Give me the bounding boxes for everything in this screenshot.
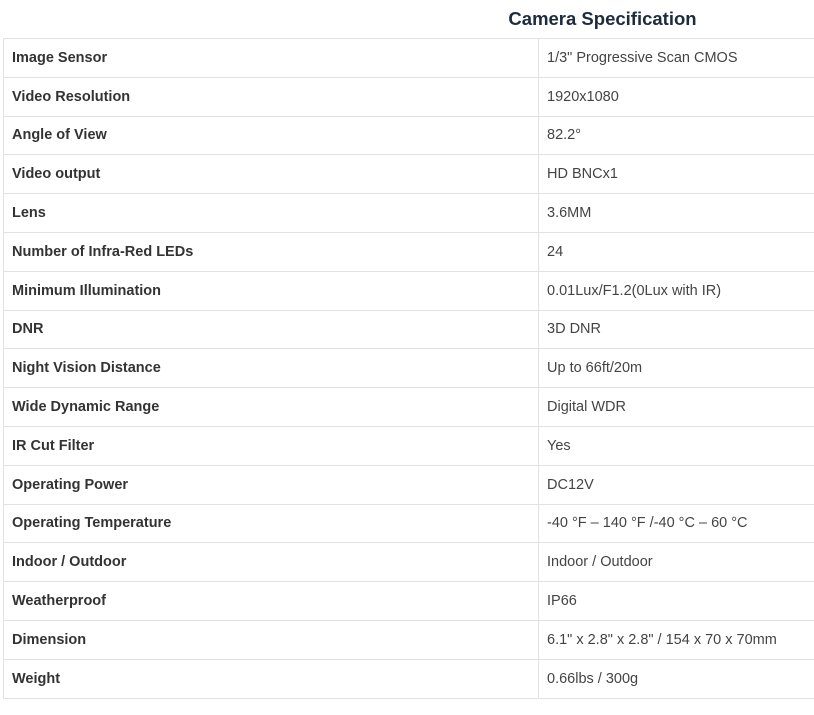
spec-label: Video output xyxy=(3,154,539,195)
table-row: Indoor / Outdoor Indoor / Outdoor xyxy=(3,542,814,583)
spec-label: DNR xyxy=(3,309,539,350)
spec-label: Lens xyxy=(3,193,539,233)
spec-value: 0.01Lux/F1.2(0Lux with IR) xyxy=(538,270,814,311)
spec-label: Minimum Illumination xyxy=(3,270,539,311)
spec-value: Up to 66ft/20m xyxy=(538,348,814,389)
table-row: Weatherproof IP66 xyxy=(3,581,814,621)
spec-table-body: Image Sensor 1/3" Progressive Scan CMOS Vi… xyxy=(3,38,814,699)
spec-label: Weatherproof xyxy=(3,581,539,621)
spec-label: IR Cut Filter xyxy=(3,425,539,466)
spec-value: Yes xyxy=(538,425,814,466)
table-row: Number of Infra-Red LEDs 24 xyxy=(3,231,814,272)
table-row: Night Vision Distance Up to 66ft/20m xyxy=(3,348,814,389)
table-row: Lens 3.6MM xyxy=(3,193,814,233)
spec-label: Number of Infra-Red LEDs xyxy=(3,231,539,272)
spec-value: 24 xyxy=(538,231,814,272)
spec-value: 3.6MM xyxy=(538,193,814,233)
table-row: Video Resolution 1920x1080 xyxy=(3,76,814,117)
spec-label: Dimension xyxy=(3,619,539,660)
spec-value: 82.2° xyxy=(538,115,814,156)
spec-value: 0.66lbs / 300g xyxy=(538,658,814,699)
table-row: Image Sensor 1/3" Progressive Scan CMOS xyxy=(3,38,814,78)
table-row: IR Cut Filter Yes xyxy=(3,425,814,466)
table-row: DNR 3D DNR xyxy=(3,309,814,350)
spec-label: Wide Dynamic Range xyxy=(3,387,539,427)
spec-value: 1/3" Progressive Scan CMOS xyxy=(538,38,814,78)
table-row: Minimum Illumination 0.01Lux/F1.2(0Lux wi… xyxy=(3,270,814,311)
spec-value: 1920x1080 xyxy=(538,76,814,117)
spec-label: Night Vision Distance xyxy=(3,348,539,389)
table-row: Weight 0.66lbs / 300g xyxy=(3,658,814,699)
spec-label: Angle of View xyxy=(3,115,539,156)
spec-label: Indoor / Outdoor xyxy=(3,542,539,583)
spec-label: Image Sensor xyxy=(3,38,539,78)
table-row: Wide Dynamic Range Digital WDR xyxy=(3,387,814,427)
spec-value: -40 °F – 140 °F /-40 °C – 60 °C xyxy=(538,503,814,544)
spec-table: Image Sensor 1/3" Progressive Scan CMOS Vi… xyxy=(3,38,814,699)
spec-label: Weight xyxy=(3,658,539,699)
spec-value: Indoor / Outdoor xyxy=(538,542,814,583)
spec-value: 3D DNR xyxy=(538,309,814,350)
table-row: Operating Temperature -40 °F – 140 °F /-4… xyxy=(3,503,814,544)
table-row: Video output HD BNCx1 xyxy=(3,154,814,195)
spec-label: Operating Temperature xyxy=(3,503,539,544)
table-row: Dimension 6.1" x 2.8" x 2.8" / 154 x 70 x… xyxy=(3,619,814,660)
spec-label: Video Resolution xyxy=(3,76,539,117)
page-title: Camera Specification xyxy=(508,8,697,29)
table-row: Operating Power DC12V xyxy=(3,464,814,505)
spec-value: HD BNCx1 xyxy=(538,154,814,195)
spec-value: 6.1" x 2.8" x 2.8" / 154 x 70 x 70mm xyxy=(538,619,814,660)
spec-value: Digital WDR xyxy=(538,387,814,427)
spec-value: IP66 xyxy=(538,581,814,621)
spec-label: Operating Power xyxy=(3,464,539,505)
spec-value: DC12V xyxy=(538,464,814,505)
table-row: Angle of View 82.2° xyxy=(3,115,814,156)
